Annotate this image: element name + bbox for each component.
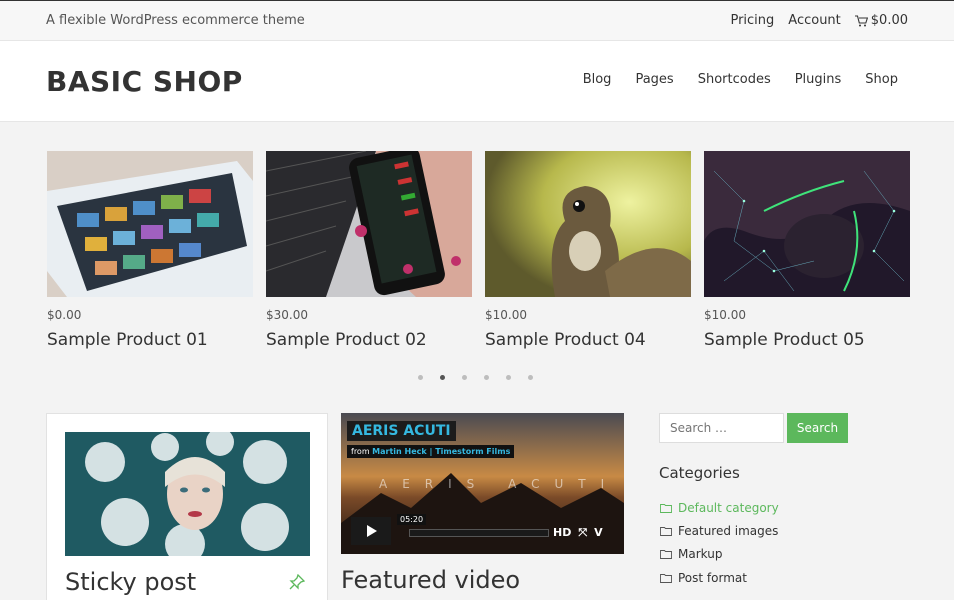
search-button[interactable]: Search <box>787 413 848 443</box>
video-author[interactable]: Martin Heck | Timestorm Films <box>372 447 510 456</box>
product-image[interactable] <box>47 151 253 297</box>
product-image[interactable] <box>266 151 472 297</box>
product-name[interactable]: Sample Product 05 <box>704 330 910 350</box>
video-duration: 05:20 <box>397 514 427 525</box>
carousel-dot[interactable] <box>462 375 467 380</box>
fullscreen-icon[interactable]: ⤧ <box>578 526 587 540</box>
carousel-dot[interactable] <box>418 375 423 380</box>
video-player[interactable]: AERIS ACUTI from Martin Heck | Timestorm… <box>341 413 624 554</box>
product-card: $30.00 Sample Product 02 <box>266 151 472 350</box>
folder-icon <box>660 526 672 536</box>
folder-icon <box>660 503 672 513</box>
video-byline: from Martin Heck | Timestorm Films <box>347 445 515 458</box>
product-image[interactable] <box>485 151 691 297</box>
product-card: $10.00 Sample Product 04 <box>485 151 691 350</box>
nav-pages[interactable]: Pages <box>635 72 673 87</box>
product-price: $30.00 <box>266 308 308 322</box>
carousel-dot[interactable] <box>484 375 489 380</box>
site-logo[interactable]: BASIC SHOP <box>46 65 243 98</box>
product-carousel: $0.00 Sample Product 01 $30.00 Sample Pr… <box>47 151 910 361</box>
play-icon <box>367 525 377 537</box>
product-price: $10.00 <box>485 308 527 322</box>
category-label: Default category <box>678 500 779 515</box>
site-header: BASIC SHOP Blog Pages Shortcodes Plugins… <box>0 41 954 122</box>
carousel-dot[interactable] <box>506 375 511 380</box>
product-card: $0.00 Sample Product 01 <box>47 151 253 350</box>
top-nav: Pricing Account $0.00 <box>730 13 908 28</box>
category-item[interactable]: Post format <box>660 566 779 589</box>
play-button[interactable] <box>351 517 391 545</box>
category-label: Markup <box>678 547 723 562</box>
post-title[interactable]: Sticky post <box>65 568 196 596</box>
cart-total: $0.00 <box>870 13 908 28</box>
product-name[interactable]: Sample Product 01 <box>47 330 253 350</box>
video-watermark: AERIS ACUTI <box>379 477 620 491</box>
pin-icon <box>289 574 305 590</box>
product-image[interactable] <box>704 151 910 297</box>
category-item[interactable]: Featured images <box>660 519 779 542</box>
nav-shortcodes[interactable]: Shortcodes <box>698 72 771 87</box>
top-bar: A flexible WordPress ecommerce theme Pri… <box>0 0 954 41</box>
vimeo-icon[interactable]: V <box>594 526 603 540</box>
folder-icon <box>660 550 672 560</box>
video-title-overlay: AERIS ACUTI <box>347 421 456 441</box>
post-image[interactable] <box>65 432 310 556</box>
categories-heading: Categories <box>659 464 740 482</box>
product-name[interactable]: Sample Product 02 <box>266 330 472 350</box>
nav-plugins[interactable]: Plugins <box>795 72 842 87</box>
category-label: Post format <box>678 570 747 585</box>
category-item[interactable]: Markup <box>660 543 779 566</box>
category-label: Featured images <box>678 523 779 538</box>
site-tagline: A flexible WordPress ecommerce theme <box>46 13 305 28</box>
video-controls: HD ⤧ V <box>553 526 603 540</box>
main-nav: Blog Pages Shortcodes Plugins Shop <box>583 72 898 87</box>
carousel-pagination <box>418 375 533 380</box>
sticky-post-card: Sticky post <box>46 413 328 600</box>
carousel-dot[interactable] <box>528 375 533 380</box>
hd-toggle[interactable]: HD <box>553 526 571 540</box>
post-title[interactable]: Featured video <box>341 566 520 594</box>
product-name[interactable]: Sample Product 04 <box>485 330 691 350</box>
account-link[interactable]: Account <box>788 13 841 28</box>
categories-list: Default category Featured images Markup … <box>660 496 779 589</box>
category-item[interactable]: Default category <box>660 496 779 519</box>
nav-blog[interactable]: Blog <box>583 72 612 87</box>
search-input[interactable] <box>659 413 784 443</box>
video-from-label: from <box>351 447 370 456</box>
carousel-dot[interactable] <box>440 375 445 380</box>
product-price: $0.00 <box>47 308 82 322</box>
product-price: $10.00 <box>704 308 746 322</box>
product-card: $10.00 Sample Product 05 <box>704 151 910 350</box>
pricing-link[interactable]: Pricing <box>730 13 774 28</box>
cart-link[interactable]: $0.00 <box>854 13 908 28</box>
nav-shop[interactable]: Shop <box>865 72 898 87</box>
cart-icon <box>854 14 868 26</box>
folder-icon <box>660 573 672 583</box>
video-progress-bar[interactable] <box>409 529 549 537</box>
